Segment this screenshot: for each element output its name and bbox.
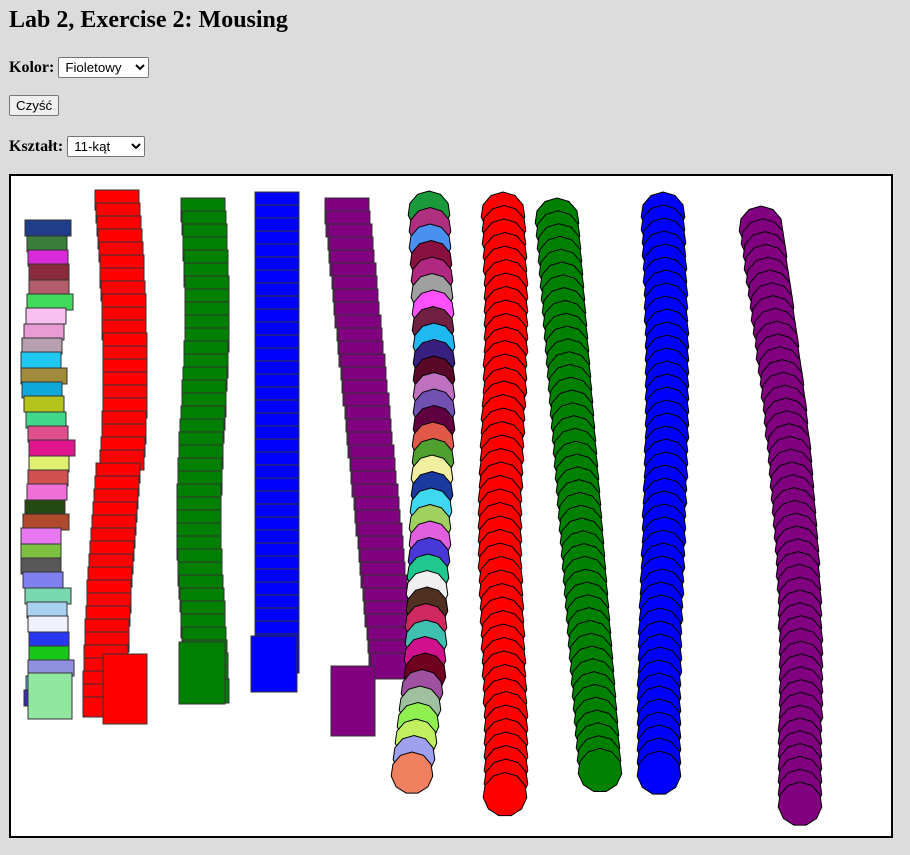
brush-square [20, 527, 62, 545]
brush-square [25, 307, 67, 325]
page-title: Lab 2, Exercise 2: Mousing [9, 7, 288, 33]
shape-row: Kształt: 11-kąt [9, 136, 146, 157]
brush-square [20, 351, 62, 369]
drawing-canvas[interactable] [9, 174, 893, 838]
brush-square [23, 395, 65, 413]
brush-square [250, 635, 298, 693]
shape-select[interactable]: 11-kąt [67, 136, 146, 157]
brush-square [102, 653, 148, 725]
color-row: Kolor: Fioletowy [9, 57, 150, 78]
brush-square [27, 615, 69, 633]
brush-square [27, 672, 73, 720]
drawing-surface[interactable] [11, 176, 891, 836]
brush-square [24, 219, 72, 237]
brush-square [26, 483, 68, 501]
clear-row: Czyść [9, 95, 60, 116]
color-label: Kolor: [9, 58, 55, 76]
color-select[interactable]: Fioletowy [58, 57, 150, 78]
brush-square [178, 641, 226, 705]
brush-square [28, 263, 70, 281]
clear-button[interactable]: Czyść [9, 95, 60, 116]
brush-square [22, 571, 64, 589]
brush-square [330, 665, 376, 737]
brush-square [28, 439, 76, 457]
shape-label: Kształt: [9, 137, 64, 155]
